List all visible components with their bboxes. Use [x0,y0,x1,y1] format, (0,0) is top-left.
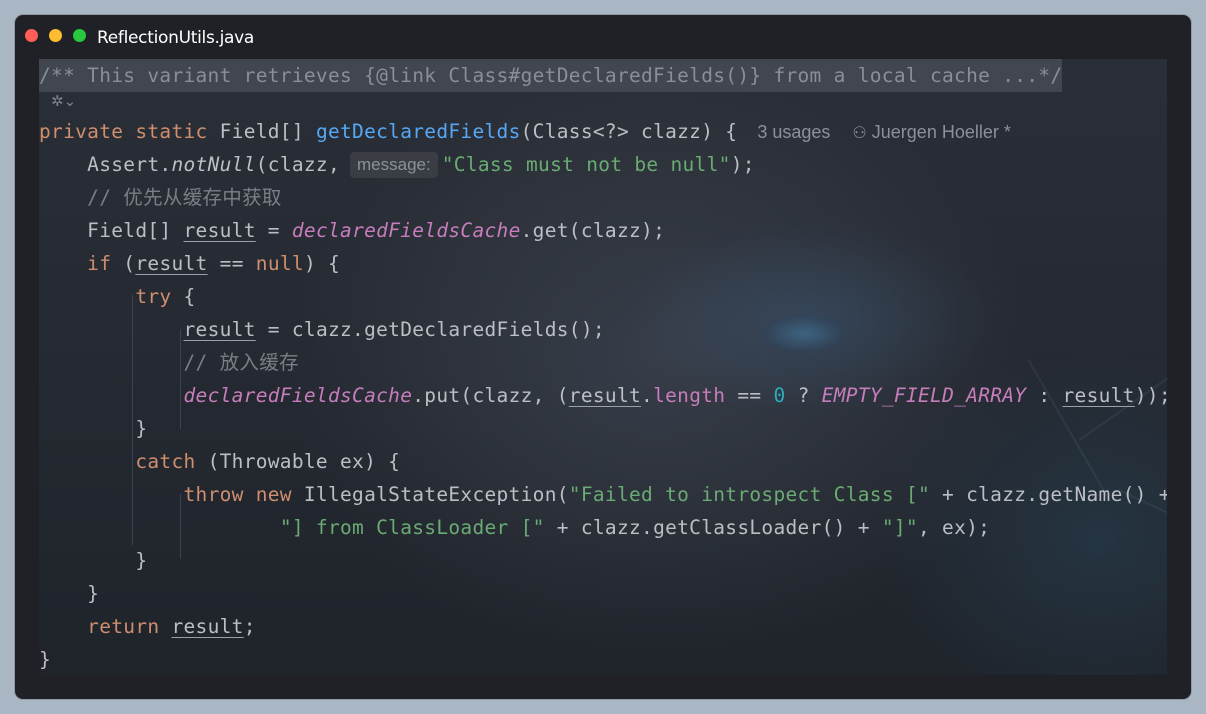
code-line-signature: private static Field[] getDeclaredFields… [39,120,1011,143]
code-line: } [135,417,148,440]
code-line: return result; [87,615,256,638]
doc-comment: /** This variant retrieves {@link Class#… [39,59,1063,92]
editor-window: ReflectionUtils.java /** This variant re… [15,15,1191,699]
close-window-button[interactable] [25,29,38,42]
code-line: } [87,582,100,605]
code-line: declaredFieldsCache.put(clazz, (result.l… [183,384,1167,407]
code-line: result = clazz.getDeclaredFields(); [183,318,605,341]
author-inlay[interactable]: ⚇ Juergen Hoeller * [852,122,1010,142]
code-line: "] from ClassLoader [" + clazz.getClassL… [279,516,991,539]
usages-inlay[interactable]: 3 usages [757,122,830,142]
user-icon: ⚇ [852,123,867,142]
code-line: Assert.notNull(clazz, message: "Class must… [87,152,755,178]
file-title: ReflectionUtils.java [97,28,255,48]
background-art [759,314,849,354]
code-editor[interactable]: /** This variant retrieves {@link Class#… [39,59,1167,675]
code-line: Field[] result = declaredFieldsCache.get… [87,219,666,242]
maximize-window-button[interactable] [73,29,86,42]
code-line: try { [135,285,196,308]
code-line: // 优先从缓存中获取 [87,186,282,209]
parameter-hint: message: [350,152,438,178]
code-line: } [39,648,52,671]
title-bar: ReflectionUtils.java [15,15,1191,59]
minimize-window-button[interactable] [49,29,62,42]
code-line: throw new IllegalStateException("Failed … [183,483,1167,506]
code-line: catch (Throwable ex) { [135,450,401,473]
ai-sparkle-icon[interactable]: ✲⌄ [51,92,76,110]
code-line: if (result == null) { [87,252,341,275]
code-line: // 放入缓存 [183,351,299,374]
code-line: } [135,549,148,572]
